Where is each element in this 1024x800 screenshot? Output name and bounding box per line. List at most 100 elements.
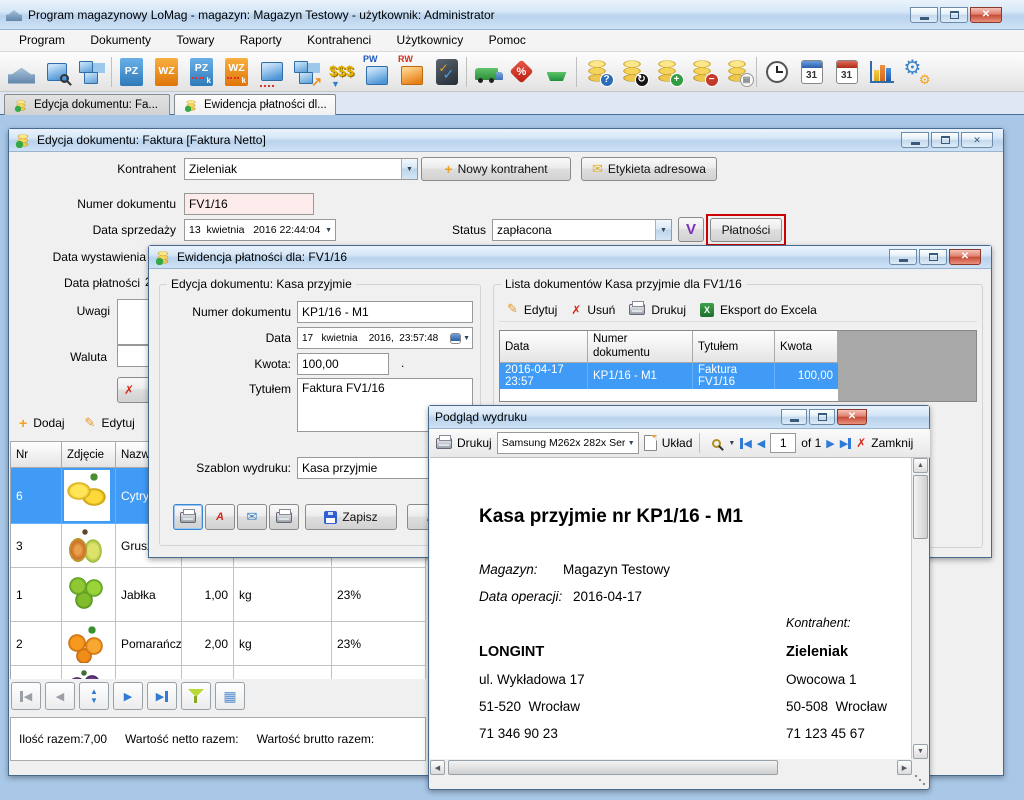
payment-close-button[interactable]: ✕ bbox=[949, 249, 981, 265]
calendar-icon[interactable] bbox=[450, 333, 461, 344]
zoom-dropdown[interactable]: ▼ bbox=[728, 440, 735, 447]
preview-hscrollbar[interactable]: ◀ ▶ bbox=[430, 759, 912, 776]
menu-raporty[interactable]: Raporty bbox=[229, 30, 293, 50]
wz-correction-icon[interactable]: WZk bbox=[219, 54, 254, 90]
first-page-button[interactable]: ◀ bbox=[740, 437, 751, 450]
col-nr[interactable]: Nr bbox=[11, 442, 62, 468]
list-usun-button[interactable]: Usuń bbox=[587, 303, 615, 317]
etykieta-adresowa-button[interactable]: ✉Etykieta adresowa bbox=[581, 157, 717, 181]
minimize-button[interactable] bbox=[910, 7, 938, 23]
chevron-down-icon[interactable]: ▼ bbox=[625, 440, 638, 447]
menu-uzytkownicy[interactable]: Użytkownicy bbox=[386, 30, 475, 50]
payments-query-icon[interactable]: ? bbox=[579, 54, 614, 90]
pw-receipt-icon[interactable]: PW bbox=[359, 54, 394, 90]
edytuj-button[interactable]: Edytuj bbox=[101, 416, 134, 430]
list-edytuj-button[interactable]: Edytuj bbox=[524, 303, 557, 317]
search-goods-icon[interactable] bbox=[39, 54, 74, 90]
settings-icon[interactable] bbox=[899, 54, 934, 90]
hscroll-thumb[interactable] bbox=[448, 760, 778, 775]
payments-add-icon[interactable]: + bbox=[649, 54, 684, 90]
vscroll-thumb[interactable] bbox=[913, 475, 928, 539]
resize-grip[interactable] bbox=[913, 773, 927, 787]
payment-maximize-button[interactable] bbox=[919, 249, 947, 265]
calendar-red-icon[interactable]: 31 bbox=[829, 54, 864, 90]
kontrahent-combobox[interactable]: Zieleniak▼ bbox=[184, 158, 418, 180]
menu-kontrahenci[interactable]: Kontrahenci bbox=[296, 30, 382, 50]
warehouse-icon[interactable] bbox=[4, 54, 39, 90]
pdf-button[interactable]: A bbox=[205, 504, 235, 530]
last-row-button[interactable]: ▶ bbox=[147, 682, 177, 710]
zamknij-button[interactable]: Zamknij bbox=[871, 436, 913, 450]
prev-page-button[interactable]: ◀ bbox=[757, 437, 765, 450]
prev-row-button[interactable]: ◀ bbox=[45, 682, 75, 710]
mm-transfer-icon[interactable] bbox=[254, 54, 289, 90]
suppliers-truck-icon[interactable] bbox=[469, 54, 504, 90]
move-row-button[interactable]: ▲▼ bbox=[79, 682, 109, 710]
payments-remove-icon[interactable]: − bbox=[684, 54, 719, 90]
list-eksport-button[interactable]: Eksport do Excela bbox=[720, 303, 817, 317]
v-button[interactable]: V bbox=[678, 217, 704, 242]
menu-dokumenty[interactable]: Dokumenty bbox=[79, 30, 162, 50]
table-row[interactable]: 5 Śliwki 1,00 kg 23% bbox=[11, 666, 426, 679]
chevron-down-icon[interactable]: ▼ bbox=[463, 335, 470, 342]
table-row[interactable]: 1 Jabłka 1,00 kg 23% bbox=[11, 568, 426, 622]
goods-shift-icon[interactable]: ↗ bbox=[289, 54, 324, 90]
last-page-button[interactable]: ▶ bbox=[840, 437, 851, 450]
page-number-field[interactable]: 1 bbox=[770, 433, 796, 453]
first-row-button[interactable]: ◀ bbox=[11, 682, 41, 710]
col-tytulem[interactable]: Tytułem bbox=[693, 331, 775, 363]
preview-maximize-button[interactable] bbox=[809, 409, 835, 425]
email-button[interactable]: ✉ bbox=[237, 504, 267, 530]
tab-ewidencja-platnosci[interactable]: Ewidencja płatności dl... bbox=[174, 94, 336, 115]
doc-maximize-button[interactable] bbox=[931, 132, 959, 148]
data-sprzedazy-picker[interactable]: 13 kwietnia 2016 22:44:04▼ bbox=[184, 219, 336, 241]
chevron-down-icon[interactable]: ▼ bbox=[655, 220, 671, 240]
menu-towary[interactable]: Towary bbox=[165, 30, 225, 50]
wz-document-icon[interactable]: WZ bbox=[149, 54, 184, 90]
history-clock-icon[interactable] bbox=[759, 54, 794, 90]
preview-minimize-button[interactable] bbox=[781, 409, 807, 425]
zoom-button[interactable] bbox=[707, 436, 723, 450]
filter-button[interactable] bbox=[181, 682, 211, 710]
calendar-blue-icon[interactable]: 31 bbox=[794, 54, 829, 90]
pz-correction-icon[interactable]: PZk bbox=[184, 54, 219, 90]
payment-row[interactable]: 2016-04-17 23:57 KP1/16 - M1 Faktura FV1… bbox=[500, 363, 838, 389]
table-row[interactable]: 2 Pomarańcze 2,00 kg 23% bbox=[11, 622, 426, 666]
close-button[interactable]: ✕ bbox=[970, 7, 1002, 23]
nowy-kontrahent-button[interactable]: +Nowy kontrahent bbox=[421, 157, 571, 181]
col-numer[interactable]: Numer dokumentu bbox=[588, 331, 693, 363]
chevron-down-icon[interactable]: ▼ bbox=[322, 227, 335, 234]
payment-minimize-button[interactable] bbox=[889, 249, 917, 265]
col-zdjecie[interactable]: Zdjęcie bbox=[62, 442, 116, 468]
payments-document-icon[interactable]: ▤ bbox=[719, 54, 754, 90]
menu-program[interactable]: Program bbox=[8, 30, 76, 50]
next-page-button[interactable]: ▶ bbox=[826, 437, 834, 450]
statistics-icon[interactable] bbox=[864, 54, 899, 90]
print-settings-button[interactable] bbox=[269, 504, 299, 530]
col-data[interactable]: Data bbox=[500, 331, 588, 363]
tab-edycja-dokumentu[interactable]: Edycja dokumentu: Fa... bbox=[4, 94, 170, 115]
payments-refresh-icon[interactable]: ↻ bbox=[614, 54, 649, 90]
rw-issue-icon[interactable]: RW bbox=[394, 54, 429, 90]
menu-pomoc[interactable]: Pomoc bbox=[478, 30, 537, 50]
discounts-icon[interactable]: % bbox=[504, 54, 539, 90]
preview-close-button[interactable]: ✕ bbox=[837, 409, 867, 425]
grid-settings-button[interactable]: ▦ bbox=[215, 682, 245, 710]
zapisz-button[interactable]: Zapisz bbox=[305, 504, 397, 530]
goods-icon[interactable] bbox=[74, 54, 109, 90]
scroll-up-button[interactable]: ▲ bbox=[913, 458, 928, 473]
preview-drukuj-button[interactable]: Drukuj bbox=[457, 436, 492, 450]
printer-select[interactable]: Samsung M262x 282x Series ▼ bbox=[497, 432, 639, 454]
maximize-button[interactable] bbox=[940, 7, 968, 23]
print-button[interactable] bbox=[173, 504, 203, 530]
next-row-button[interactable]: ▶ bbox=[113, 682, 143, 710]
scroll-left-button[interactable]: ◀ bbox=[430, 760, 445, 775]
doc-close-button[interactable]: ✕ bbox=[961, 132, 993, 148]
scroll-down-button[interactable]: ▼ bbox=[913, 744, 928, 759]
status-combobox[interactable]: zapłacona▼ bbox=[492, 219, 672, 241]
orders-cart-icon[interactable] bbox=[539, 54, 574, 90]
kp-kwota-field[interactable]: 100,00 bbox=[297, 353, 389, 375]
doc-minimize-button[interactable] bbox=[901, 132, 929, 148]
kp-data-picker[interactable]: 17 kwietnia 2016, 23:57:48 ▼ bbox=[297, 327, 473, 349]
kp-numer-field[interactable]: KP1/16 - M1 bbox=[297, 301, 473, 323]
